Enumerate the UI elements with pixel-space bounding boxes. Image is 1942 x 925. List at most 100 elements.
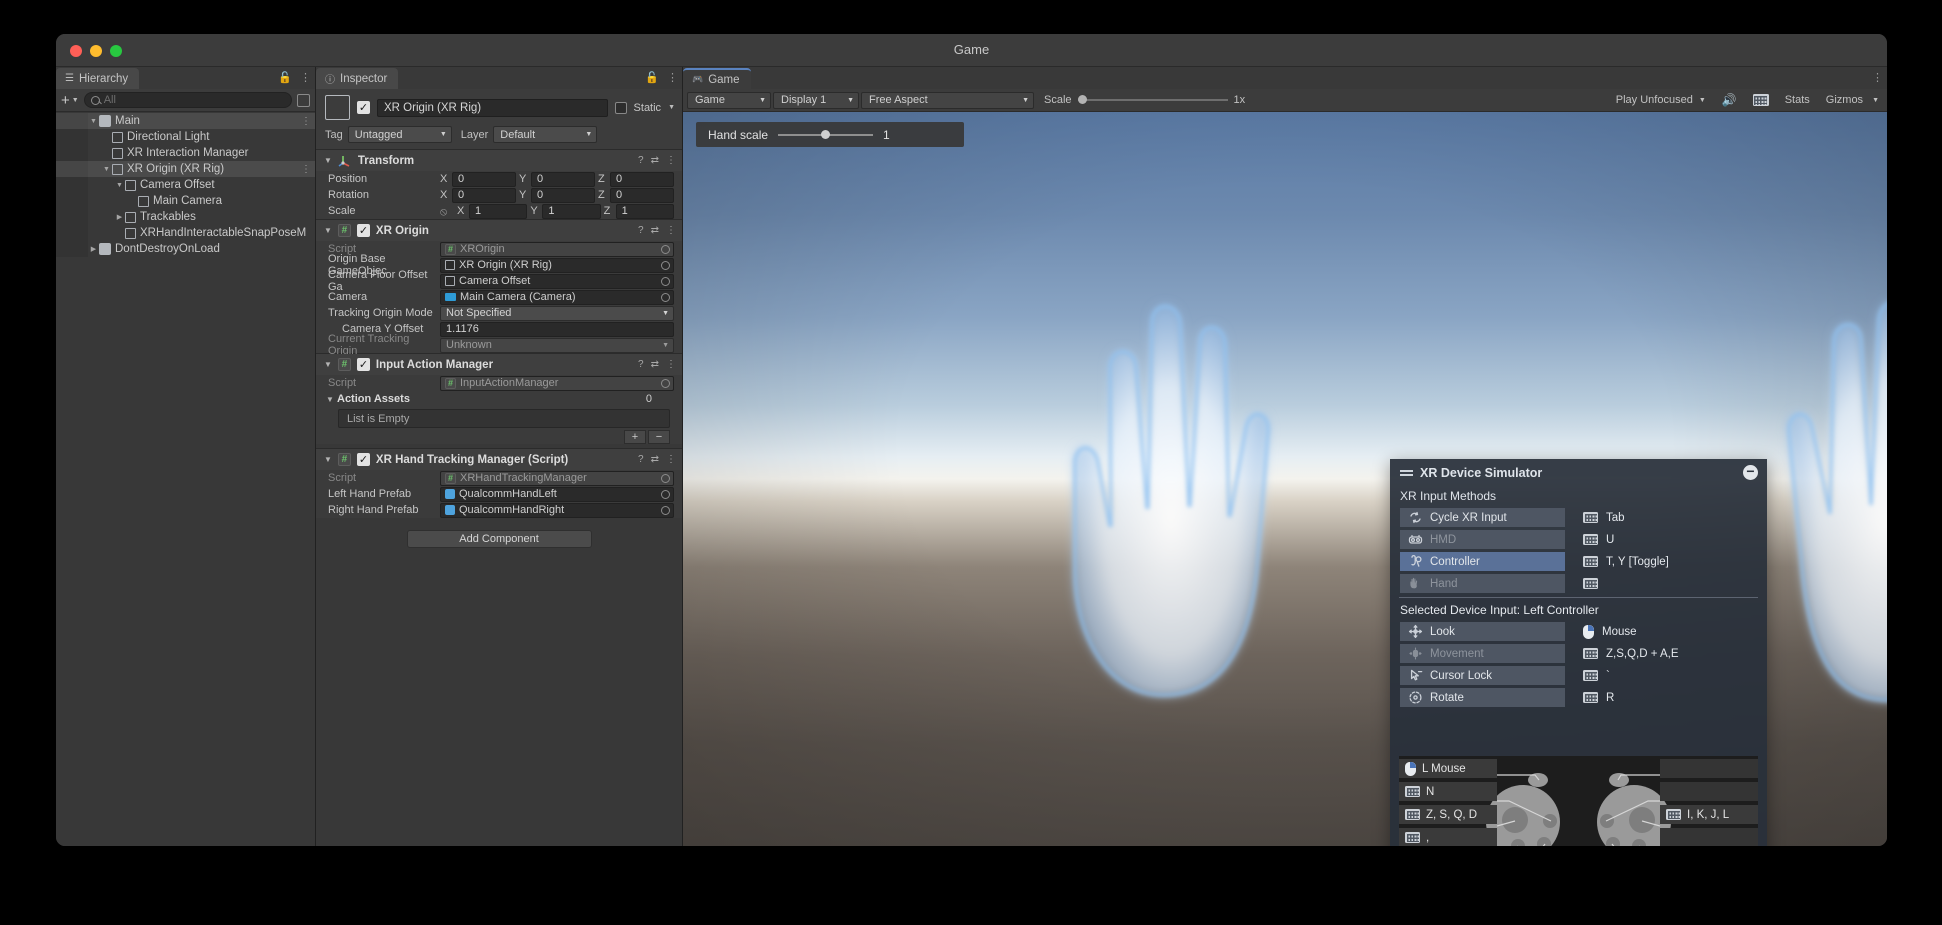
xr-action-look[interactable]: Look bbox=[1400, 622, 1565, 641]
object-field-script[interactable]: # XROrigin bbox=[440, 241, 674, 257]
aspect-dropdown[interactable]: Free Aspect ▼ bbox=[861, 91, 1034, 109]
xr-sim-titlebar[interactable]: XR Device Simulator − bbox=[1390, 459, 1767, 486]
component-header[interactable]: ▼ # ✓ XR Origin? ⇄ ⋮ bbox=[316, 220, 682, 241]
add-gameobject-button[interactable]: + ▼ bbox=[61, 92, 79, 109]
object-picker-icon[interactable] bbox=[661, 276, 670, 286]
object-picker-icon[interactable] bbox=[661, 378, 670, 388]
vector3-field[interactable]: X0Y0Z0 bbox=[440, 187, 674, 203]
preset-icon[interactable]: ⇄ bbox=[651, 155, 659, 166]
expand-arrow-icon[interactable]: ▶ bbox=[88, 245, 99, 253]
component-header[interactable]: ▼ Transform? ⇄ ⋮ bbox=[316, 150, 682, 171]
help-icon[interactable]: ? bbox=[638, 454, 644, 465]
layer-dropdown[interactable]: Default ▼ bbox=[493, 126, 598, 143]
field-scale-x[interactable]: 1 bbox=[469, 203, 528, 219]
xr-action-hand[interactable]: Hand bbox=[1400, 574, 1565, 593]
gameobject-active-checkbox[interactable]: ✓ bbox=[357, 101, 370, 114]
game-menu-icon[interactable]: ⋮ bbox=[1872, 71, 1883, 84]
collapse-arrow-icon[interactable]: ▼ bbox=[324, 156, 332, 165]
object-picker-icon[interactable] bbox=[661, 292, 670, 302]
link-off-icon[interactable]: ⦸ bbox=[440, 206, 454, 218]
object-field-right-hand-prefab[interactable]: QualcommHandRight bbox=[440, 502, 674, 518]
object-field-camera[interactable]: Main Camera (Camera) bbox=[440, 289, 674, 305]
hierarchy-menu-icon[interactable]: ⋮ bbox=[300, 71, 311, 84]
hand-scale-slider-knob[interactable] bbox=[821, 129, 831, 139]
component-enabled-checkbox[interactable]: ✓ bbox=[356, 358, 370, 371]
tab-inspector[interactable]: ⓘ Inspector bbox=[316, 68, 399, 89]
display-dropdown[interactable]: Display 1 ▼ bbox=[773, 91, 859, 109]
xr-action-movement[interactable]: Movement bbox=[1400, 644, 1565, 663]
object-field-camera-floor-offset-ga[interactable]: Camera Offset bbox=[440, 273, 674, 289]
collapse-arrow-icon[interactable]: ▼ bbox=[101, 166, 112, 173]
hierarchy-item-xrhandinteractablesnapposem[interactable]: XRHandInteractableSnapPoseM bbox=[56, 225, 315, 241]
tab-game[interactable]: 🎮 Game bbox=[683, 68, 751, 89]
list-add-button[interactable]: + bbox=[624, 430, 646, 444]
object-field-origin-base-gameobjec[interactable]: XR Origin (XR Rig) bbox=[440, 257, 674, 273]
preset-icon[interactable]: ⇄ bbox=[651, 359, 659, 370]
hierarchy-item-dontdestroyonload[interactable]: ▶ DontDestroyOnLoad bbox=[56, 241, 315, 257]
component-menu-icon[interactable]: ⋮ bbox=[666, 359, 676, 370]
collapse-arrow-icon[interactable]: ▼ bbox=[88, 118, 99, 125]
dropdown-current-tracking-origin[interactable]: Unknown ▼ bbox=[440, 337, 674, 353]
hierarchy-item-main[interactable]: ▼ Main ⋮ bbox=[56, 113, 315, 129]
list-remove-button[interactable]: − bbox=[648, 430, 670, 444]
hierarchy-item-camera-offset[interactable]: ▼ Camera Offset bbox=[56, 177, 315, 193]
game-render-canvas[interactable]: Hand scale 1 XR Device Simulator − XR In… bbox=[683, 112, 1887, 846]
scale-slider-knob[interactable] bbox=[1077, 95, 1087, 104]
xr-action-cycle-xr-input[interactable]: Cycle XR Input bbox=[1400, 508, 1565, 527]
chevron-down-icon[interactable]: ▼ bbox=[1872, 97, 1879, 104]
hierarchy-item-xr-interaction-manager[interactable]: XR Interaction Manager bbox=[56, 145, 315, 161]
field-position-z[interactable]: 0 bbox=[610, 171, 674, 187]
help-icon[interactable]: ? bbox=[638, 155, 644, 166]
collapse-arrow-icon[interactable]: ▼ bbox=[326, 395, 337, 404]
hierarchy-item-menu-icon[interactable]: ⋮ bbox=[301, 116, 311, 127]
game-mode-dropdown[interactable]: Game ▼ bbox=[687, 91, 771, 109]
stats-button[interactable]: Stats bbox=[1778, 92, 1817, 109]
object-picker-icon[interactable] bbox=[661, 505, 670, 515]
tab-hierarchy[interactable]: ☰ Hierarchy bbox=[56, 68, 140, 89]
object-picker-icon[interactable] bbox=[661, 244, 670, 254]
field-position-x[interactable]: 0 bbox=[452, 171, 516, 187]
collapse-arrow-icon[interactable]: ▼ bbox=[324, 360, 332, 369]
tag-dropdown[interactable]: Untagged ▼ bbox=[347, 126, 452, 143]
collapse-arrow-icon[interactable]: ▼ bbox=[114, 182, 125, 189]
hierarchy-item-directional-light[interactable]: Directional Light bbox=[56, 129, 315, 145]
collapse-arrow-icon[interactable]: ▼ bbox=[324, 455, 332, 464]
xr-action-rotate[interactable]: Rotate bbox=[1400, 688, 1565, 707]
xr-action-cursor-lock[interactable]: Cursor Lock bbox=[1400, 666, 1565, 685]
gizmos-button[interactable]: Gizmos bbox=[1819, 92, 1870, 109]
component-menu-icon[interactable]: ⋮ bbox=[666, 454, 676, 465]
gameobject-name-input[interactable]: XR Origin (XR Rig) bbox=[377, 98, 608, 117]
object-picker-icon[interactable] bbox=[661, 473, 670, 483]
object-field-left-hand-prefab[interactable]: QualcommHandLeft bbox=[440, 486, 674, 502]
hierarchy-item-main-camera[interactable]: Main Camera bbox=[56, 193, 315, 209]
add-component-button[interactable]: Add Component bbox=[406, 530, 592, 548]
preset-icon[interactable]: ⇄ bbox=[651, 454, 659, 465]
expand-arrow-icon[interactable]: ▶ bbox=[114, 213, 125, 221]
static-dropdown-icon[interactable]: ▼ bbox=[668, 104, 675, 111]
hierarchy-search-input[interactable]: All bbox=[83, 92, 292, 108]
play-mode-dropdown[interactable]: Play Unfocused ▼ bbox=[1609, 92, 1713, 109]
component-enabled-checkbox[interactable]: ✓ bbox=[356, 224, 370, 237]
component-enabled-checkbox[interactable]: ✓ bbox=[356, 453, 370, 466]
hierarchy-view-options-icon[interactable] bbox=[297, 93, 310, 107]
inspector-menu-icon[interactable]: ⋮ bbox=[667, 71, 678, 84]
lock-icon[interactable]: 🔓 bbox=[645, 71, 659, 84]
component-header[interactable]: ▼ # ✓ XR Hand Tracking Manager (Script)? ⇄ ⋮ bbox=[316, 449, 682, 470]
help-icon[interactable]: ? bbox=[638, 359, 644, 370]
field-camera-y-offset[interactable]: 1.1176 bbox=[440, 321, 674, 337]
minimize-icon[interactable]: − bbox=[1743, 464, 1758, 480]
scale-slider[interactable] bbox=[1077, 95, 1228, 104]
vector3-field[interactable]: X0Y0Z0 bbox=[440, 171, 674, 187]
field-position-y[interactable]: 0 bbox=[531, 171, 595, 187]
field-scale-y[interactable]: 1 bbox=[542, 203, 601, 219]
lock-icon[interactable]: 🔓 bbox=[278, 71, 292, 84]
field-rotation-x[interactable]: 0 bbox=[452, 187, 516, 203]
hierarchy-item-xr-origin-xr-rig-[interactable]: ▼ XR Origin (XR Rig) ⋮ bbox=[56, 161, 315, 177]
component-header[interactable]: ▼ # ✓ Input Action Manager? ⇄ ⋮ bbox=[316, 354, 682, 375]
collapse-arrow-icon[interactable]: ▼ bbox=[324, 226, 332, 235]
hand-scale-overlay[interactable]: Hand scale 1 bbox=[696, 122, 964, 147]
mute-audio-button[interactable]: 🔊 bbox=[1715, 92, 1744, 109]
object-field-script[interactable]: # InputActionManager bbox=[440, 375, 674, 391]
static-checkbox[interactable] bbox=[614, 101, 627, 114]
component-menu-icon[interactable]: ⋮ bbox=[666, 225, 676, 236]
